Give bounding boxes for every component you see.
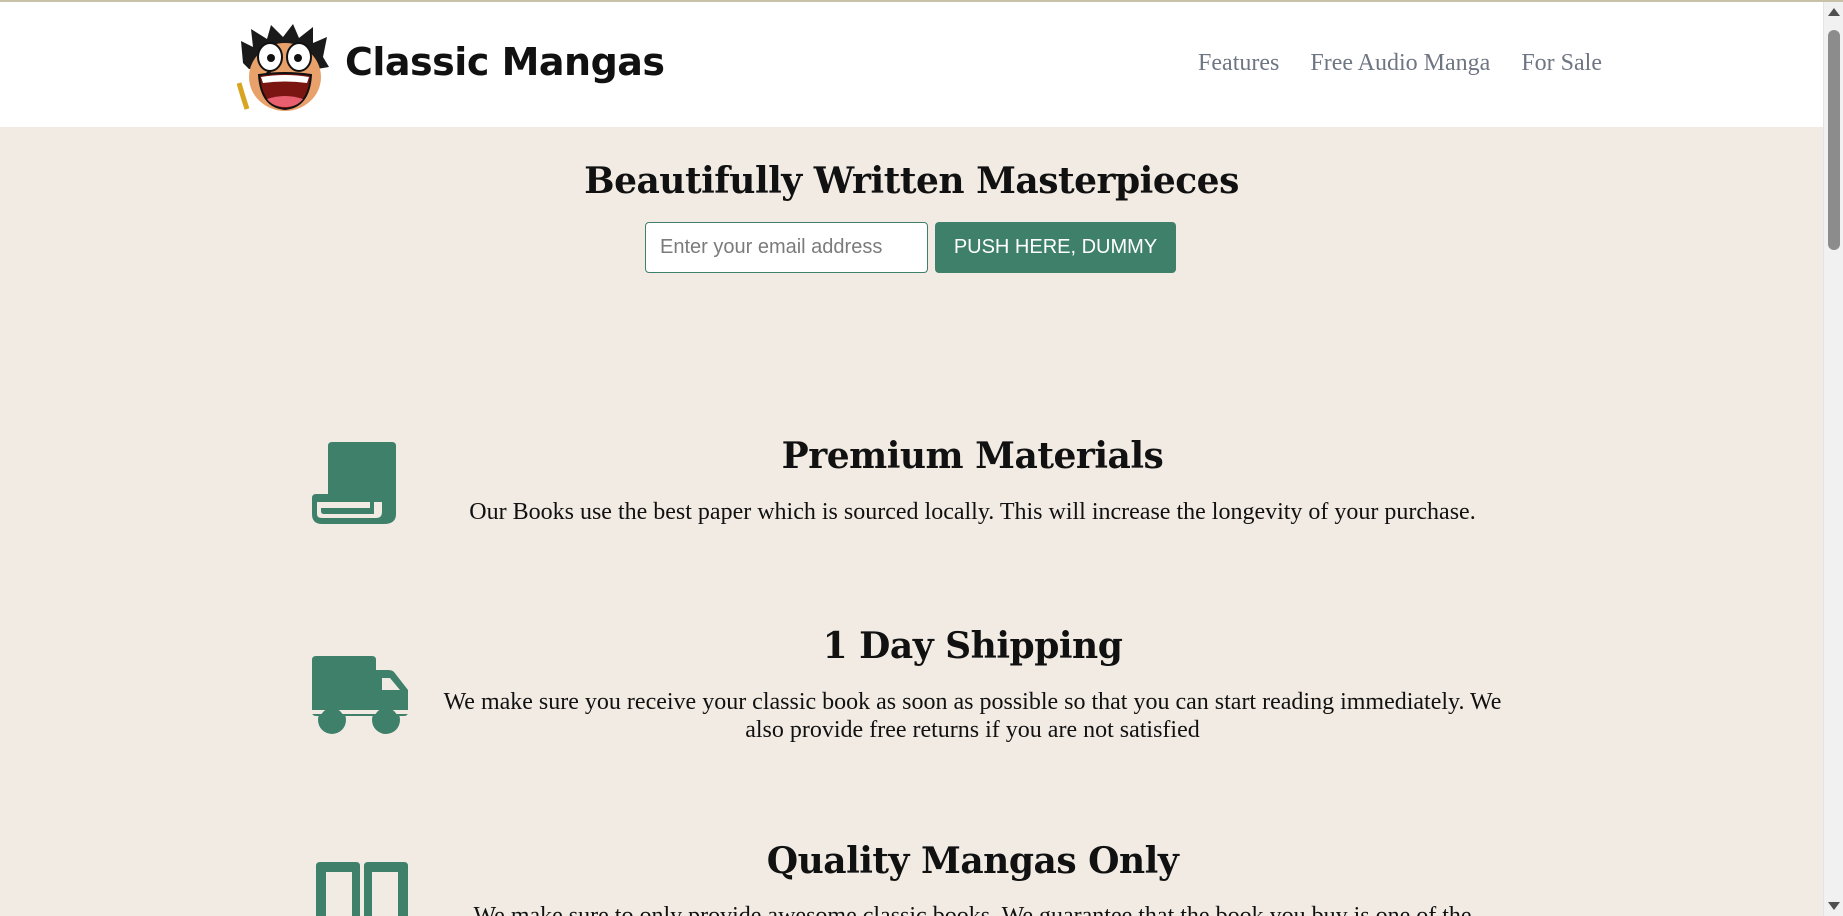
brand-name[interactable]: Classic Mangas xyxy=(345,40,665,84)
feature-text-1-day-shipping: We make sure you receive your classic bo… xyxy=(443,689,1502,743)
email-input[interactable] xyxy=(645,222,928,273)
main-nav: Features Free Audio Manga For Sale xyxy=(1198,50,1602,77)
feature-title-premium-materials: Premium Materials xyxy=(781,435,1164,477)
scrollbar-thumb[interactable] xyxy=(1828,30,1840,250)
subscribe-button[interactable]: PUSH HERE, DUMMY xyxy=(935,222,1176,273)
nav-link-free-audio-manga[interactable]: Free Audio Manga xyxy=(1310,50,1490,77)
scroll-up-arrow-icon[interactable] xyxy=(1828,8,1840,16)
truck-icon xyxy=(312,656,408,734)
nav-link-features[interactable]: Features xyxy=(1198,50,1279,77)
anime-character-face-logo-icon[interactable] xyxy=(237,23,329,112)
feature-text-quality-mangas-only: We make sure to only provide awesome cla… xyxy=(473,903,1472,916)
feature-text-premium-materials: Our Books use the best paper which is so… xyxy=(469,499,1476,525)
vertical-scrollbar[interactable] xyxy=(1823,2,1843,916)
hero-title: Beautifully Written Masterpieces xyxy=(584,160,1239,202)
scroll-down-arrow-icon[interactable] xyxy=(1828,902,1840,910)
nav-link-for-sale[interactable]: For Sale xyxy=(1521,50,1602,77)
feature-title-1-day-shipping: 1 Day Shipping xyxy=(822,625,1123,667)
feature-title-quality-mangas-only: Quality Mangas Only xyxy=(766,840,1179,882)
page: Classic Mangas Features Free Audio Manga… xyxy=(0,0,1843,916)
scroll-icon xyxy=(312,442,396,524)
book-open-icon xyxy=(316,862,408,916)
site-header: Classic Mangas Features Free Audio Manga… xyxy=(0,2,1823,127)
